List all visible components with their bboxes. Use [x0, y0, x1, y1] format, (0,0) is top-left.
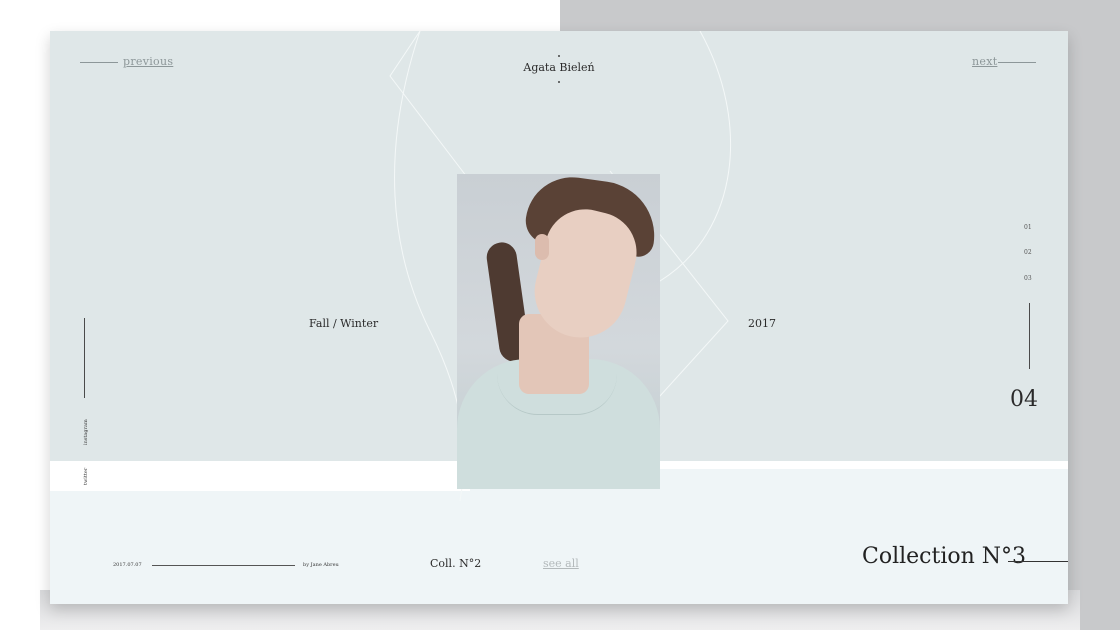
- left-divider: [84, 318, 85, 398]
- slider-progress-line: [1029, 303, 1030, 369]
- byline: by Jane Abreu: [303, 562, 339, 568]
- author-dot-top: [558, 55, 560, 57]
- post-date: 2017.07.07: [113, 562, 142, 568]
- author-dot-bottom: [558, 81, 560, 83]
- current-slide-number: 04: [1010, 387, 1038, 412]
- slide-index-3[interactable]: 03: [1024, 275, 1032, 282]
- twitter-link[interactable]: twitter: [83, 468, 89, 485]
- year-label: 2017: [748, 317, 776, 330]
- collection-line: [1008, 561, 1068, 562]
- author-name: Agata Bieleń: [523, 61, 595, 74]
- season-label: Fall / Winter: [309, 317, 379, 330]
- main-card: previous next Agata Bieleń Fall / Winter…: [50, 31, 1068, 604]
- slide-index-1[interactable]: 01: [1024, 224, 1032, 231]
- instagram-link[interactable]: instagram: [83, 419, 89, 445]
- collection-small-title: Coll. N°2: [430, 557, 482, 570]
- collection-title: Collection N°3: [862, 544, 1027, 569]
- slide-index-2[interactable]: 02: [1024, 249, 1032, 256]
- see-all-link[interactable]: see all: [543, 557, 579, 570]
- hero-photo: [457, 174, 660, 489]
- footer-line: [152, 565, 295, 566]
